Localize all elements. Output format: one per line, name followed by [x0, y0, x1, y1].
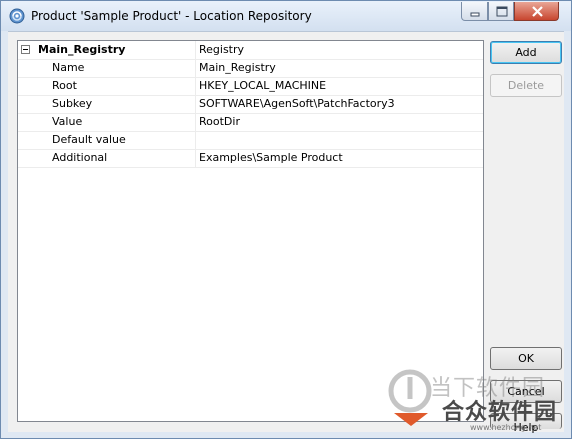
property-row-value[interactable]: Value RootDir [18, 113, 483, 132]
dialog-client-area: Main_Registry Registry Name Main_Registr… [8, 31, 564, 434]
property-grid[interactable]: Main_Registry Registry Name Main_Registr… [17, 40, 484, 422]
property-row-name[interactable]: Name Main_Registry [18, 59, 483, 78]
title-bar[interactable]: Product 'Sample Product' - Location Repo… [1, 1, 571, 31]
maximize-icon [496, 6, 508, 17]
property-value[interactable]: HKEY_LOCAL_MACHINE [199, 77, 326, 95]
location-repository-window: Product 'Sample Product' - Location Repo… [0, 0, 572, 439]
property-row-additional[interactable]: Additional Examples\Sample Product [18, 149, 483, 168]
category-name: Main_Registry [18, 41, 196, 59]
minimize-button[interactable] [461, 2, 488, 21]
close-button[interactable] [514, 2, 559, 21]
cancel-button[interactable]: Cancel [490, 380, 562, 403]
property-value[interactable]: RootDir [199, 113, 240, 131]
category-value: Registry [199, 43, 245, 56]
add-button[interactable]: Add [490, 41, 562, 64]
property-label: Name [18, 59, 196, 77]
app-icon [9, 8, 25, 24]
property-label: Additional [18, 149, 196, 167]
property-label: Value [18, 113, 196, 131]
window-title: Product 'Sample Product' - Location Repo… [31, 9, 312, 23]
property-value[interactable]: Examples\Sample Product [199, 149, 343, 167]
delete-button[interactable]: Delete [490, 74, 562, 97]
ok-button[interactable]: OK [490, 347, 562, 370]
category-row[interactable]: Main_Registry Registry [18, 41, 483, 60]
property-label: Default value [18, 131, 196, 149]
help-button[interactable]: Help [490, 413, 562, 434]
property-row-root[interactable]: Root HKEY_LOCAL_MACHINE [18, 77, 483, 96]
property-label: Subkey [18, 95, 196, 113]
property-label: Root [18, 77, 196, 95]
property-row-subkey[interactable]: Subkey SOFTWARE\AgenSoft\PatchFactory3 [18, 95, 483, 114]
maximize-button[interactable] [488, 2, 514, 21]
property-value[interactable]: SOFTWARE\AgenSoft\PatchFactory3 [199, 95, 395, 113]
property-row-default-value[interactable]: Default value [18, 131, 483, 150]
minimize-icon [470, 12, 480, 17]
property-value[interactable]: Main_Registry [199, 59, 276, 77]
close-icon [532, 6, 543, 17]
